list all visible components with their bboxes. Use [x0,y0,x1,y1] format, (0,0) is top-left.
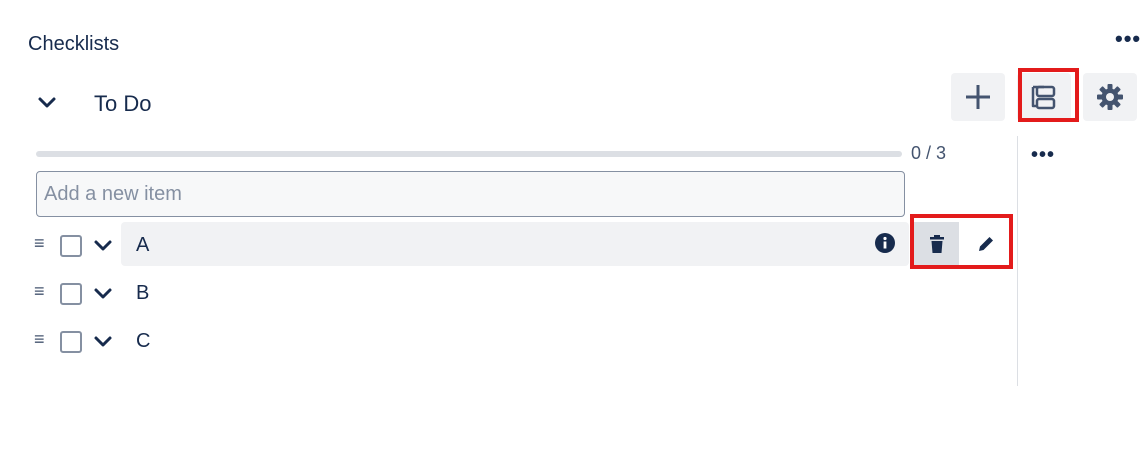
chevron-down-icon[interactable] [93,332,113,352]
more-options-icon[interactable]: ••• [1115,28,1141,50]
item-label[interactable]: B [136,282,149,305]
progress-bar [36,151,902,157]
drag-handle-icon[interactable]: ≡ [34,281,45,302]
add-item-button[interactable] [951,73,1005,121]
info-icon[interactable] [875,233,895,253]
progress-count: 0 / 3 [911,143,947,163]
item-row-highlight [121,222,909,266]
item-label[interactable]: A [136,234,149,257]
gear-icon [1097,84,1123,110]
plus-icon [966,85,990,109]
item-checkbox[interactable] [60,283,82,305]
chevron-down-icon[interactable] [93,284,113,304]
checklist-title[interactable]: To Do [94,91,151,117]
item-checkbox[interactable] [60,331,82,353]
drag-handle-icon[interactable]: ≡ [34,329,45,350]
item-label[interactable]: C [136,330,150,353]
chevron-down-icon[interactable] [93,236,113,256]
drag-handle-icon[interactable]: ≡ [34,233,45,254]
settings-button[interactable] [1083,73,1137,121]
chevron-down-icon[interactable] [36,92,58,114]
item-checkbox[interactable] [60,235,82,257]
item-actions-highlight [910,214,1013,269]
board-button-highlight [1018,68,1079,122]
panel-title: Checklists [28,33,120,55]
side-more-icon[interactable]: ••• [1031,145,1055,165]
new-item-input[interactable] [36,171,905,217]
divider [1017,136,1018,386]
